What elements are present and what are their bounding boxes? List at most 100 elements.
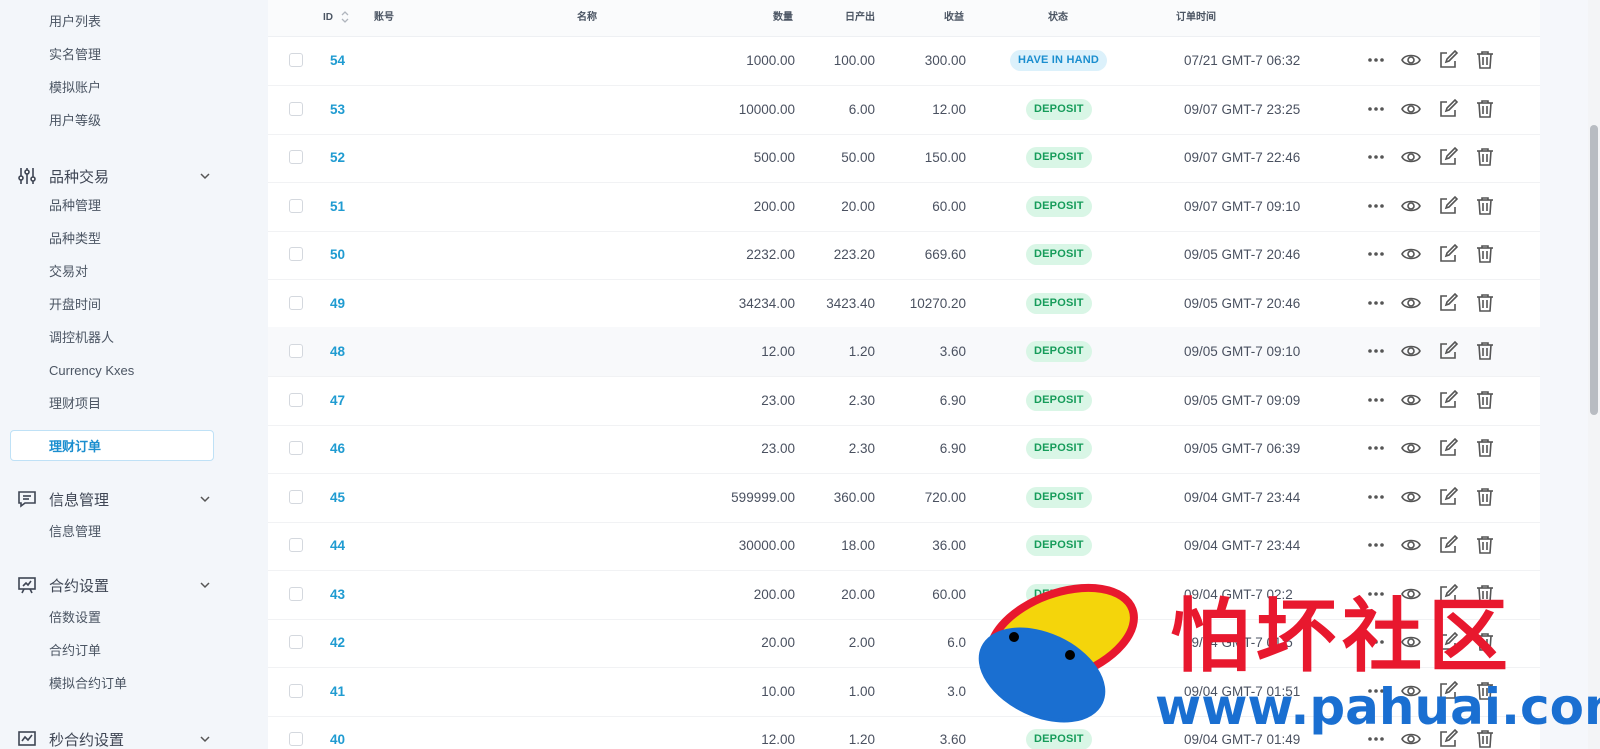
header-id[interactable]: ID xyxy=(323,0,350,36)
table-row[interactable]: 53 10000.00 6.00 12.00 DEPOSIT 09/07 GMT-7 23… xyxy=(268,85,1540,135)
table-row[interactable]: 47 23.00 2.30 6.90 DEPOSIT 09/05 GMT-7 09:09 xyxy=(268,376,1540,426)
more-icon[interactable] xyxy=(1365,292,1387,314)
sidebar-item-info-manage[interactable]: 信息管理 xyxy=(49,522,101,542)
row-id-link[interactable]: 40 xyxy=(330,715,345,749)
row-id-link[interactable]: 52 xyxy=(330,133,345,182)
row-checkbox[interactable] xyxy=(289,683,303,698)
table-row[interactable]: 48 12.00 1.20 3.60 DEPOSIT 09/05 GMT-7 09:10 xyxy=(268,327,1540,377)
edit-icon[interactable] xyxy=(1437,486,1459,508)
trash-icon[interactable] xyxy=(1474,98,1496,120)
row-id-link[interactable]: 50 xyxy=(330,230,345,279)
sidebar-item-variety-type[interactable]: 品种类型 xyxy=(49,229,101,249)
row-id-link[interactable]: 46 xyxy=(330,424,345,473)
more-icon[interactable] xyxy=(1365,534,1387,556)
more-icon[interactable] xyxy=(1365,195,1387,217)
sidebar-item-multiple-setting[interactable]: 倍数设置 xyxy=(49,608,101,628)
eye-icon[interactable] xyxy=(1400,243,1422,265)
scrollbar-thumb[interactable] xyxy=(1590,125,1598,415)
trash-icon[interactable] xyxy=(1474,195,1496,217)
sidebar-item-demo-contract-order[interactable]: 模拟合约订单 xyxy=(49,674,127,694)
edit-icon[interactable] xyxy=(1437,437,1459,459)
eye-icon[interactable] xyxy=(1400,389,1422,411)
table-row[interactable]: 49 34234.00 3423.40 10270.20 DEPOSIT 09/05 GM… xyxy=(268,279,1540,329)
row-checkbox[interactable] xyxy=(289,489,303,504)
sidebar-item-trading-pair[interactable]: 交易对 xyxy=(49,262,88,282)
row-id-link[interactable]: 43 xyxy=(330,570,345,619)
sidebar-group-contract[interactable]: 合约设置 xyxy=(16,574,212,596)
edit-icon[interactable] xyxy=(1437,389,1459,411)
edit-icon[interactable] xyxy=(1437,49,1459,71)
trash-icon[interactable] xyxy=(1474,146,1496,168)
row-id-link[interactable]: 54 xyxy=(330,36,345,85)
eye-icon[interactable] xyxy=(1400,437,1422,459)
row-checkbox[interactable] xyxy=(289,441,303,455)
row-id-link[interactable]: 42 xyxy=(330,618,345,667)
eye-icon[interactable] xyxy=(1400,292,1422,314)
sidebar-group-info[interactable]: 信息管理 xyxy=(16,488,212,510)
row-checkbox[interactable] xyxy=(289,295,303,310)
edit-icon[interactable] xyxy=(1437,195,1459,217)
more-icon[interactable] xyxy=(1365,49,1387,71)
scrollbar-track[interactable] xyxy=(1588,0,1600,749)
sidebar-group-second-contract[interactable]: 秒合约设置 xyxy=(16,728,212,749)
trash-icon[interactable] xyxy=(1474,340,1496,362)
more-icon[interactable] xyxy=(1365,340,1387,362)
row-id-link[interactable]: 51 xyxy=(330,182,345,231)
row-checkbox[interactable] xyxy=(289,150,303,164)
edit-icon[interactable] xyxy=(1437,98,1459,120)
trash-icon[interactable] xyxy=(1474,437,1496,459)
row-id-link[interactable]: 48 xyxy=(330,327,345,376)
sidebar-item-robot[interactable]: 调控机器人 xyxy=(49,328,114,348)
more-icon[interactable] xyxy=(1365,437,1387,459)
edit-icon[interactable] xyxy=(1437,146,1459,168)
row-checkbox[interactable] xyxy=(289,101,303,116)
more-icon[interactable] xyxy=(1365,146,1387,168)
eye-icon[interactable] xyxy=(1400,195,1422,217)
sort-icon[interactable] xyxy=(340,10,350,24)
eye-icon[interactable] xyxy=(1400,486,1422,508)
eye-icon[interactable] xyxy=(1400,534,1422,556)
more-icon[interactable] xyxy=(1365,98,1387,120)
sidebar-item-finance-project[interactable]: 理财项目 xyxy=(49,394,101,414)
edit-icon[interactable] xyxy=(1437,243,1459,265)
row-checkbox[interactable] xyxy=(289,247,303,261)
table-row[interactable]: 54 1000.00 100.00 300.00 HAVE IN HAND 07/21 G… xyxy=(268,36,1540,86)
trash-icon[interactable] xyxy=(1474,534,1496,556)
row-checkbox[interactable] xyxy=(289,732,303,746)
row-id-link[interactable]: 49 xyxy=(330,279,345,328)
table-row[interactable]: 44 30000.00 18.00 36.00 DEPOSIT 09/04 GMT-7 2… xyxy=(268,521,1540,571)
sidebar-item-user-level[interactable]: 用户等级 xyxy=(49,111,101,131)
edit-icon[interactable] xyxy=(1437,534,1459,556)
more-icon[interactable] xyxy=(1365,486,1387,508)
table-row[interactable]: 50 2232.00 223.20 669.60 DEPOSIT 09/05 GMT-7 … xyxy=(268,230,1540,280)
more-icon[interactable] xyxy=(1365,389,1387,411)
eye-icon[interactable] xyxy=(1400,340,1422,362)
edit-icon[interactable] xyxy=(1437,340,1459,362)
row-checkbox[interactable] xyxy=(289,198,303,213)
table-row[interactable]: 52 500.00 50.00 150.00 DEPOSIT 09/07 GMT-7 22… xyxy=(268,133,1540,183)
table-row[interactable]: 46 23.00 2.30 6.90 DEPOSIT 09/05 GMT-7 06:39 xyxy=(268,424,1540,474)
edit-icon[interactable] xyxy=(1437,292,1459,314)
eye-icon[interactable] xyxy=(1400,98,1422,120)
trash-icon[interactable] xyxy=(1474,292,1496,314)
row-checkbox[interactable] xyxy=(289,392,303,407)
row-checkbox[interactable] xyxy=(289,344,303,358)
sidebar-item-demo-account[interactable]: 模拟账户 xyxy=(49,78,101,98)
sidebar-item-finance-order[interactable]: 理财订单 xyxy=(10,430,214,461)
row-checkbox[interactable] xyxy=(289,586,303,601)
eye-icon[interactable] xyxy=(1400,49,1422,71)
row-checkbox[interactable] xyxy=(289,538,303,552)
sidebar-group-trade[interactable]: 品种交易 xyxy=(16,165,212,187)
more-icon[interactable] xyxy=(1365,243,1387,265)
sidebar-item-contract-order[interactable]: 合约订单 xyxy=(49,641,101,661)
row-id-link[interactable]: 41 xyxy=(330,667,345,716)
row-id-link[interactable]: 53 xyxy=(330,85,345,134)
sidebar-item-realname[interactable]: 实名管理 xyxy=(49,45,101,65)
trash-icon[interactable] xyxy=(1474,486,1496,508)
table-row[interactable]: 51 200.00 20.00 60.00 DEPOSIT 09/07 GMT-7 09:… xyxy=(268,182,1540,232)
row-id-link[interactable]: 47 xyxy=(330,376,345,425)
sidebar-item-variety-manage[interactable]: 品种管理 xyxy=(49,196,101,216)
trash-icon[interactable] xyxy=(1474,243,1496,265)
row-id-link[interactable]: 45 xyxy=(330,473,345,522)
row-id-link[interactable]: 44 xyxy=(330,521,345,570)
